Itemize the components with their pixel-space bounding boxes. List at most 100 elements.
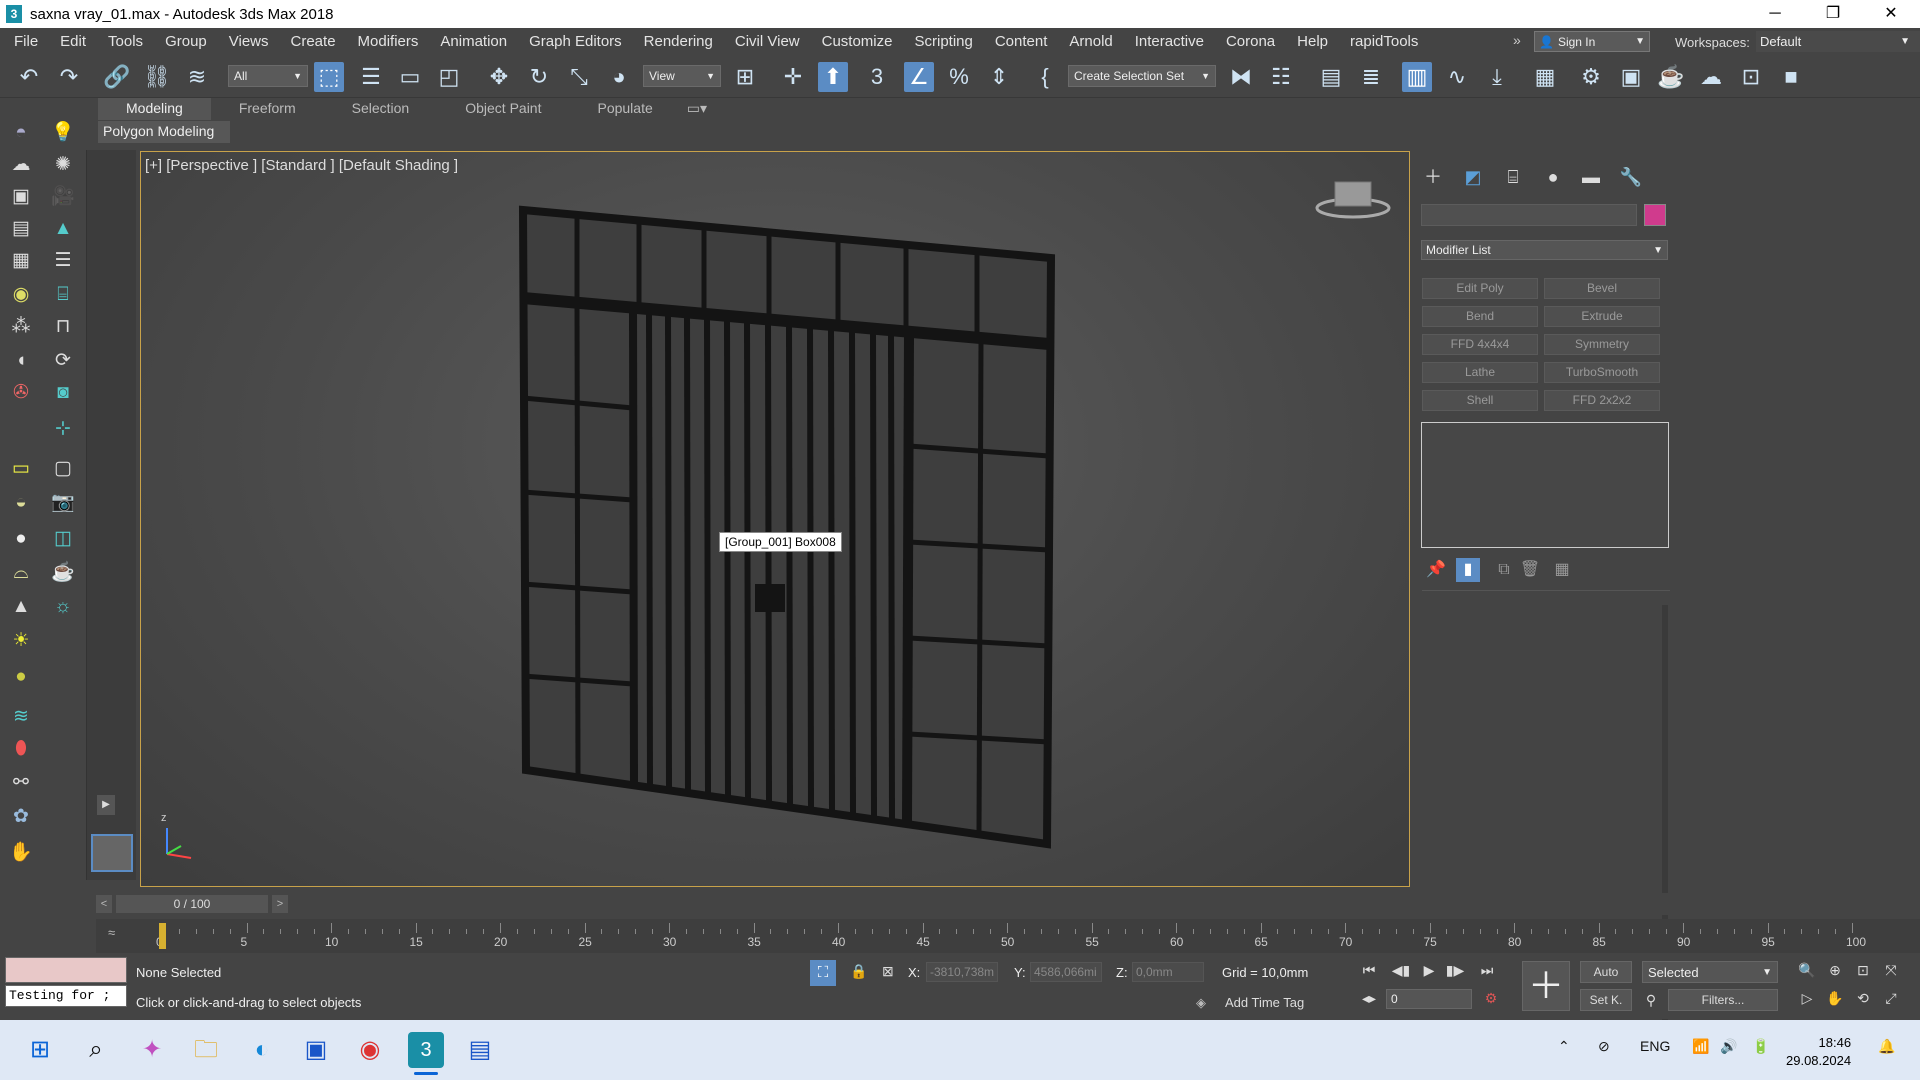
- current-frame-field[interactable]: 0: [1386, 989, 1472, 1009]
- ffd-4x4x4-button[interactable]: FFD 4x4x4: [1422, 334, 1538, 355]
- menu-group[interactable]: Group: [154, 33, 218, 50]
- menu-content[interactable]: Content: [984, 33, 1059, 50]
- shell-button[interactable]: Shell: [1422, 390, 1538, 411]
- maxscript-listener-input[interactable]: Testing for ;: [5, 985, 127, 1007]
- key-filter-selected-dropdown[interactable]: Selected ▼: [1642, 961, 1778, 983]
- material-editor-icon[interactable]: ▦: [1530, 62, 1560, 92]
- window-crossing-icon[interactable]: ◰: [434, 62, 464, 92]
- auto-key-button[interactable]: Auto: [1580, 961, 1632, 983]
- windows-start-icon[interactable]: ⊞: [22, 1032, 58, 1068]
- modifier-list-dropdown[interactable]: Modifier List ▼: [1421, 240, 1668, 260]
- configure-modifier-sets-icon[interactable]: ▦: [1550, 558, 1574, 582]
- speaker-icon[interactable]: ◖: [8, 348, 34, 374]
- render-iterative-icon[interactable]: ☁: [1696, 62, 1726, 92]
- edit-poly-button[interactable]: Edit Poly: [1422, 278, 1538, 299]
- system-clock[interactable]: 18:46 29.08.2024: [1786, 1034, 1851, 1070]
- field-of-view-icon[interactable]: ▷: [1796, 987, 1818, 1009]
- tab-modeling[interactable]: Modeling: [98, 98, 211, 120]
- list-icon[interactable]: ☰: [50, 248, 76, 274]
- render-production-icon[interactable]: ☕: [1656, 62, 1686, 92]
- plane-icon[interactable]: ⊹: [50, 416, 76, 442]
- extrude-button[interactable]: Extrude: [1544, 306, 1660, 327]
- battery-icon[interactable]: 🔋: [1752, 1038, 1769, 1055]
- tree-icon[interactable]: ▲: [50, 216, 76, 242]
- cloud-icon[interactable]: ☁: [8, 152, 34, 178]
- pivot-center-icon[interactable]: ⊞: [730, 62, 760, 92]
- bones-icon[interactable]: ⚯: [8, 770, 34, 796]
- panel-icon[interactable]: ▭: [8, 456, 34, 482]
- menu-modifiers[interactable]: Modifiers: [347, 33, 430, 50]
- modify-tab-icon[interactable]: ◩: [1458, 164, 1488, 190]
- redo-icon[interactable]: ↷: [54, 62, 84, 92]
- selection-filter-dropdown[interactable]: All ▼: [228, 65, 308, 87]
- hair-icon[interactable]: ≋: [8, 704, 34, 730]
- close-button[interactable]: ✕: [1862, 0, 1920, 28]
- notification-bell-icon[interactable]: 🔔: [1878, 1038, 1895, 1055]
- percent-snap-icon[interactable]: %: [944, 62, 974, 92]
- filters-button[interactable]: Filters...: [1668, 989, 1778, 1011]
- time-cursor[interactable]: [159, 923, 166, 949]
- minimize-button[interactable]: ─: [1746, 0, 1804, 28]
- menu-arnold[interactable]: Arnold: [1058, 33, 1123, 50]
- remove-modifier-icon[interactable]: 🗑: [1518, 558, 1542, 582]
- sign-in-dropdown[interactable]: 👤 Sign In ▼: [1534, 31, 1650, 52]
- object-name-field[interactable]: [1421, 204, 1637, 226]
- symmetry-button[interactable]: Symmetry: [1544, 334, 1660, 355]
- refresh-icon[interactable]: ⟳: [50, 348, 76, 374]
- chrome-icon[interactable]: ◉: [352, 1032, 388, 1068]
- edge-icon[interactable]: ◐: [244, 1032, 280, 1068]
- teapot-icon[interactable]: ◓: [8, 120, 34, 146]
- hierarchy-tab-icon[interactable]: ⌸: [1498, 164, 1528, 190]
- modifier-stack[interactable]: [1421, 422, 1669, 548]
- x-coordinate-field[interactable]: -3810,738m: [926, 962, 998, 982]
- notepad-icon[interactable]: ▤: [462, 1032, 498, 1068]
- scale-icon[interactable]: ⤡: [564, 62, 594, 92]
- store-icon[interactable]: ▣: [298, 1032, 334, 1068]
- play-icon[interactable]: ▶: [1418, 959, 1440, 981]
- menu-overflow-icon[interactable]: »: [1513, 32, 1521, 48]
- object-color-swatch[interactable]: [1644, 204, 1666, 226]
- light-bulb-icon[interactable]: 💡: [50, 120, 76, 146]
- bracket-icon[interactable]: ⊓: [50, 314, 76, 340]
- previous-frame-icon[interactable]: ◀▮: [1390, 959, 1412, 981]
- volume-icon[interactable]: 🔊: [1720, 1038, 1737, 1055]
- keyboard-shortcut-override-icon[interactable]: ⬆: [818, 62, 848, 92]
- y-coordinate-field[interactable]: 4586,066mi: [1030, 962, 1102, 982]
- go-to-end-icon[interactable]: ⏭: [1476, 959, 1498, 981]
- menu-civil-view[interactable]: Civil View: [724, 33, 811, 50]
- 3dsmax-taskbar-icon[interactable]: 3: [408, 1032, 444, 1068]
- hemisphere-icon[interactable]: ◒: [8, 490, 34, 516]
- ribbon-options-icon[interactable]: ▭▾: [681, 98, 713, 120]
- set-key-button[interactable]: Set K.: [1580, 989, 1632, 1011]
- tab-populate[interactable]: Populate: [569, 98, 680, 120]
- place-icon[interactable]: ◕: [604, 62, 634, 92]
- reference-coordinate-dropdown[interactable]: View ▼: [643, 65, 721, 87]
- bend-button[interactable]: Bend: [1422, 306, 1538, 327]
- tab-freeform[interactable]: Freeform: [211, 98, 324, 120]
- curve-editor-icon[interactable]: ∿: [1442, 62, 1472, 92]
- render-setup-icon[interactable]: ⚙: [1576, 62, 1606, 92]
- time-prev-button[interactable]: <: [96, 895, 112, 913]
- key-mode-toggle-icon[interactable]: ◂▸: [1358, 987, 1380, 1009]
- mirror-icon[interactable]: ⧓: [1226, 62, 1256, 92]
- select-object-icon[interactable]: ⬚: [314, 62, 344, 92]
- show-end-result-icon[interactable]: ▮: [1456, 558, 1480, 582]
- menu-interactive[interactable]: Interactive: [1124, 33, 1215, 50]
- language-indicator[interactable]: ENG: [1640, 1038, 1670, 1054]
- gold-sphere-icon[interactable]: ●: [8, 664, 34, 690]
- time-slider[interactable]: < 0 / 100 >: [90, 893, 1920, 915]
- environment-icon[interactable]: ■: [1776, 62, 1806, 92]
- tab-object-paint[interactable]: Object Paint: [437, 98, 569, 120]
- file-explorer-icon[interactable]: 🗀: [188, 1032, 224, 1068]
- spinner-snap-icon[interactable]: ⇕: [984, 62, 1014, 92]
- ffd-2x2x2-button[interactable]: FFD 2x2x2: [1544, 390, 1660, 411]
- select-by-name-icon[interactable]: ☰: [356, 62, 386, 92]
- track-bar[interactable]: ≈ 05101520253035404550556065707580859095…: [96, 919, 1920, 953]
- perspective-viewport[interactable]: [+] [Perspective ] [Standard ] [Default …: [140, 151, 1410, 887]
- rotate-icon[interactable]: ↻: [524, 62, 554, 92]
- menu-customize[interactable]: Customize: [811, 33, 904, 50]
- camera-icon[interactable]: 🎥: [50, 184, 76, 210]
- maximize-button[interactable]: ❐: [1804, 0, 1862, 28]
- gear2-icon[interactable]: ✿: [8, 804, 34, 830]
- set-key-icon[interactable]: ＋: [1522, 961, 1570, 1011]
